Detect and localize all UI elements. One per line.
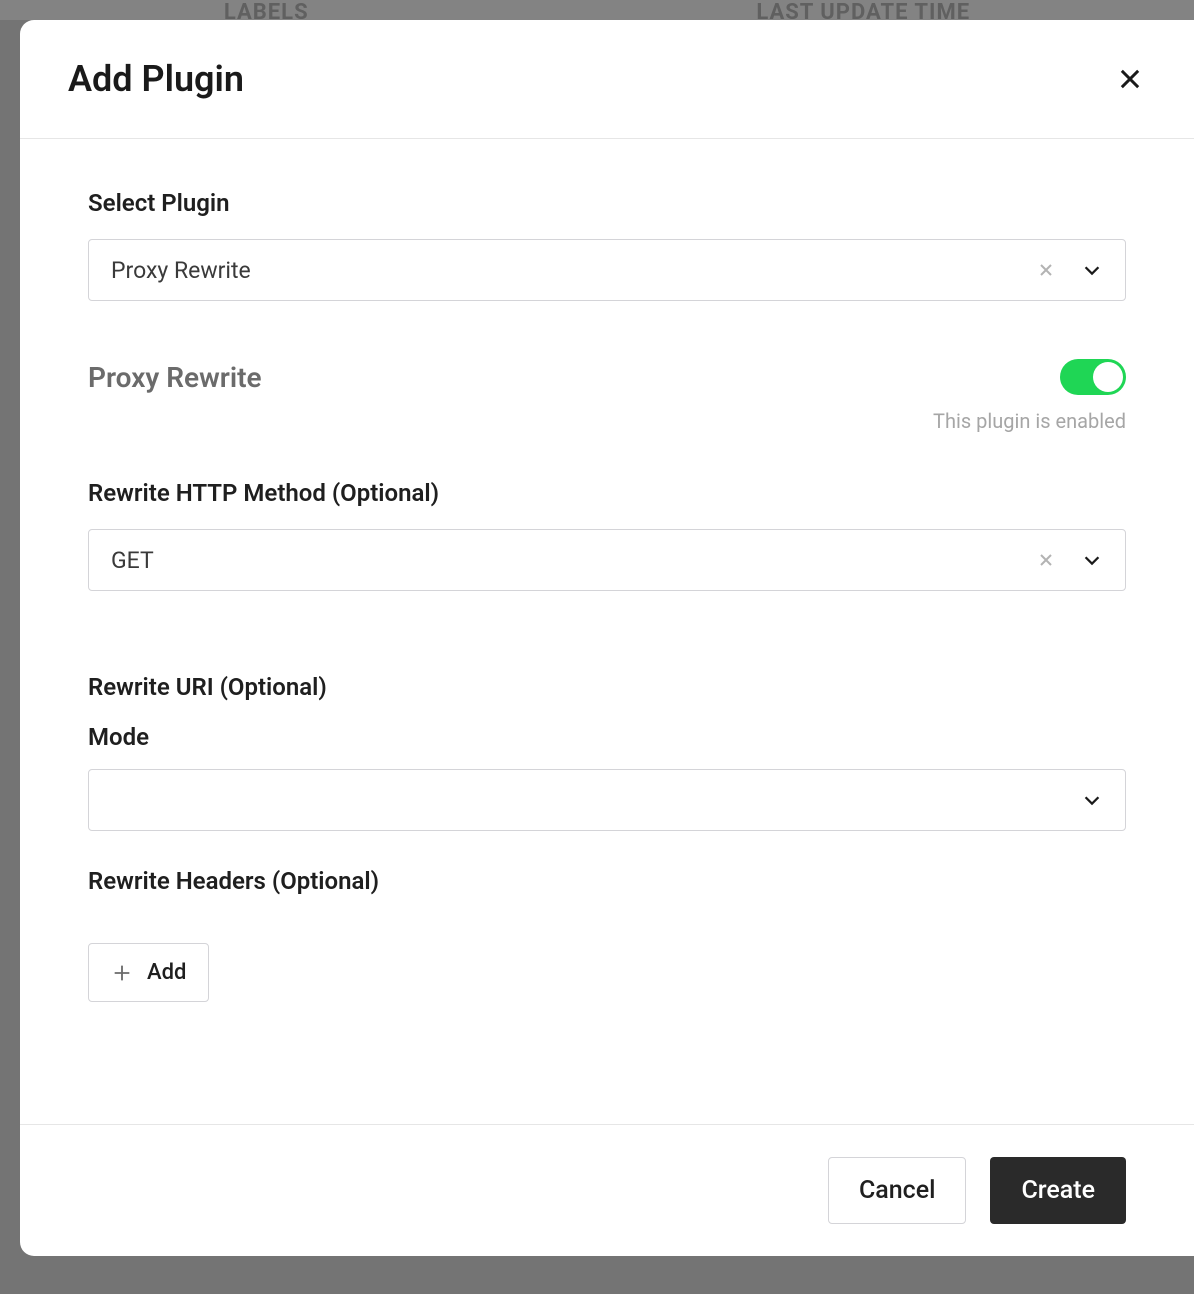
mode-label: Mode xyxy=(88,723,1126,751)
create-button[interactable]: Create xyxy=(990,1157,1126,1224)
clear-icon xyxy=(1036,260,1056,280)
clear-icon xyxy=(1036,550,1056,570)
mode-select[interactable] xyxy=(88,769,1126,831)
rewrite-headers-label: Rewrite Headers (Optional) xyxy=(88,867,1126,895)
background-table-header: LABELS LAST UPDATE TIME xyxy=(0,0,1194,20)
plugin-enable-hint: This plugin is enabled xyxy=(88,409,1126,433)
http-method-label: Rewrite HTTP Method (Optional) xyxy=(88,479,1126,507)
toggle-knob xyxy=(1093,362,1123,392)
cancel-button[interactable]: Cancel xyxy=(828,1157,967,1224)
modal-footer: Cancel Create xyxy=(20,1124,1194,1256)
modal-header: Add Plugin xyxy=(20,20,1194,139)
http-method-chevron xyxy=(1081,549,1103,571)
mode-chevron xyxy=(1081,789,1103,811)
chevron-down-icon xyxy=(1081,789,1103,811)
col-last-update: LAST UPDATE TIME xyxy=(756,0,970,20)
plugin-select-chevron xyxy=(1081,259,1103,281)
http-method-clear[interactable] xyxy=(1035,549,1057,571)
chevron-down-icon xyxy=(1081,259,1103,281)
plugin-name-heading: Proxy Rewrite xyxy=(88,361,262,394)
modal-title: Add Plugin xyxy=(68,58,244,100)
close-button[interactable] xyxy=(1114,63,1146,95)
close-icon xyxy=(1116,65,1144,93)
http-method-select[interactable]: GET xyxy=(88,529,1126,591)
plugin-enable-row: Proxy Rewrite xyxy=(88,359,1126,395)
plugin-select-clear[interactable] xyxy=(1035,259,1057,281)
select-plugin-label: Select Plugin xyxy=(88,189,1126,217)
plus-icon xyxy=(111,962,133,984)
rewrite-uri-label: Rewrite URI (Optional) xyxy=(88,673,1126,701)
add-plugin-modal: Add Plugin Select Plugin Proxy Rewrite xyxy=(20,20,1194,1256)
modal-body: Select Plugin Proxy Rewrite Proxy Rewrit… xyxy=(20,139,1194,1124)
http-method-value: GET xyxy=(111,547,1035,574)
add-header-label: Add xyxy=(147,960,186,985)
plugin-select[interactable]: Proxy Rewrite xyxy=(88,239,1126,301)
plugin-select-value: Proxy Rewrite xyxy=(111,257,1035,284)
add-header-button[interactable]: Add xyxy=(88,943,209,1002)
col-labels: LABELS xyxy=(224,0,309,20)
plugin-enable-toggle[interactable] xyxy=(1060,359,1126,395)
chevron-down-icon xyxy=(1081,549,1103,571)
